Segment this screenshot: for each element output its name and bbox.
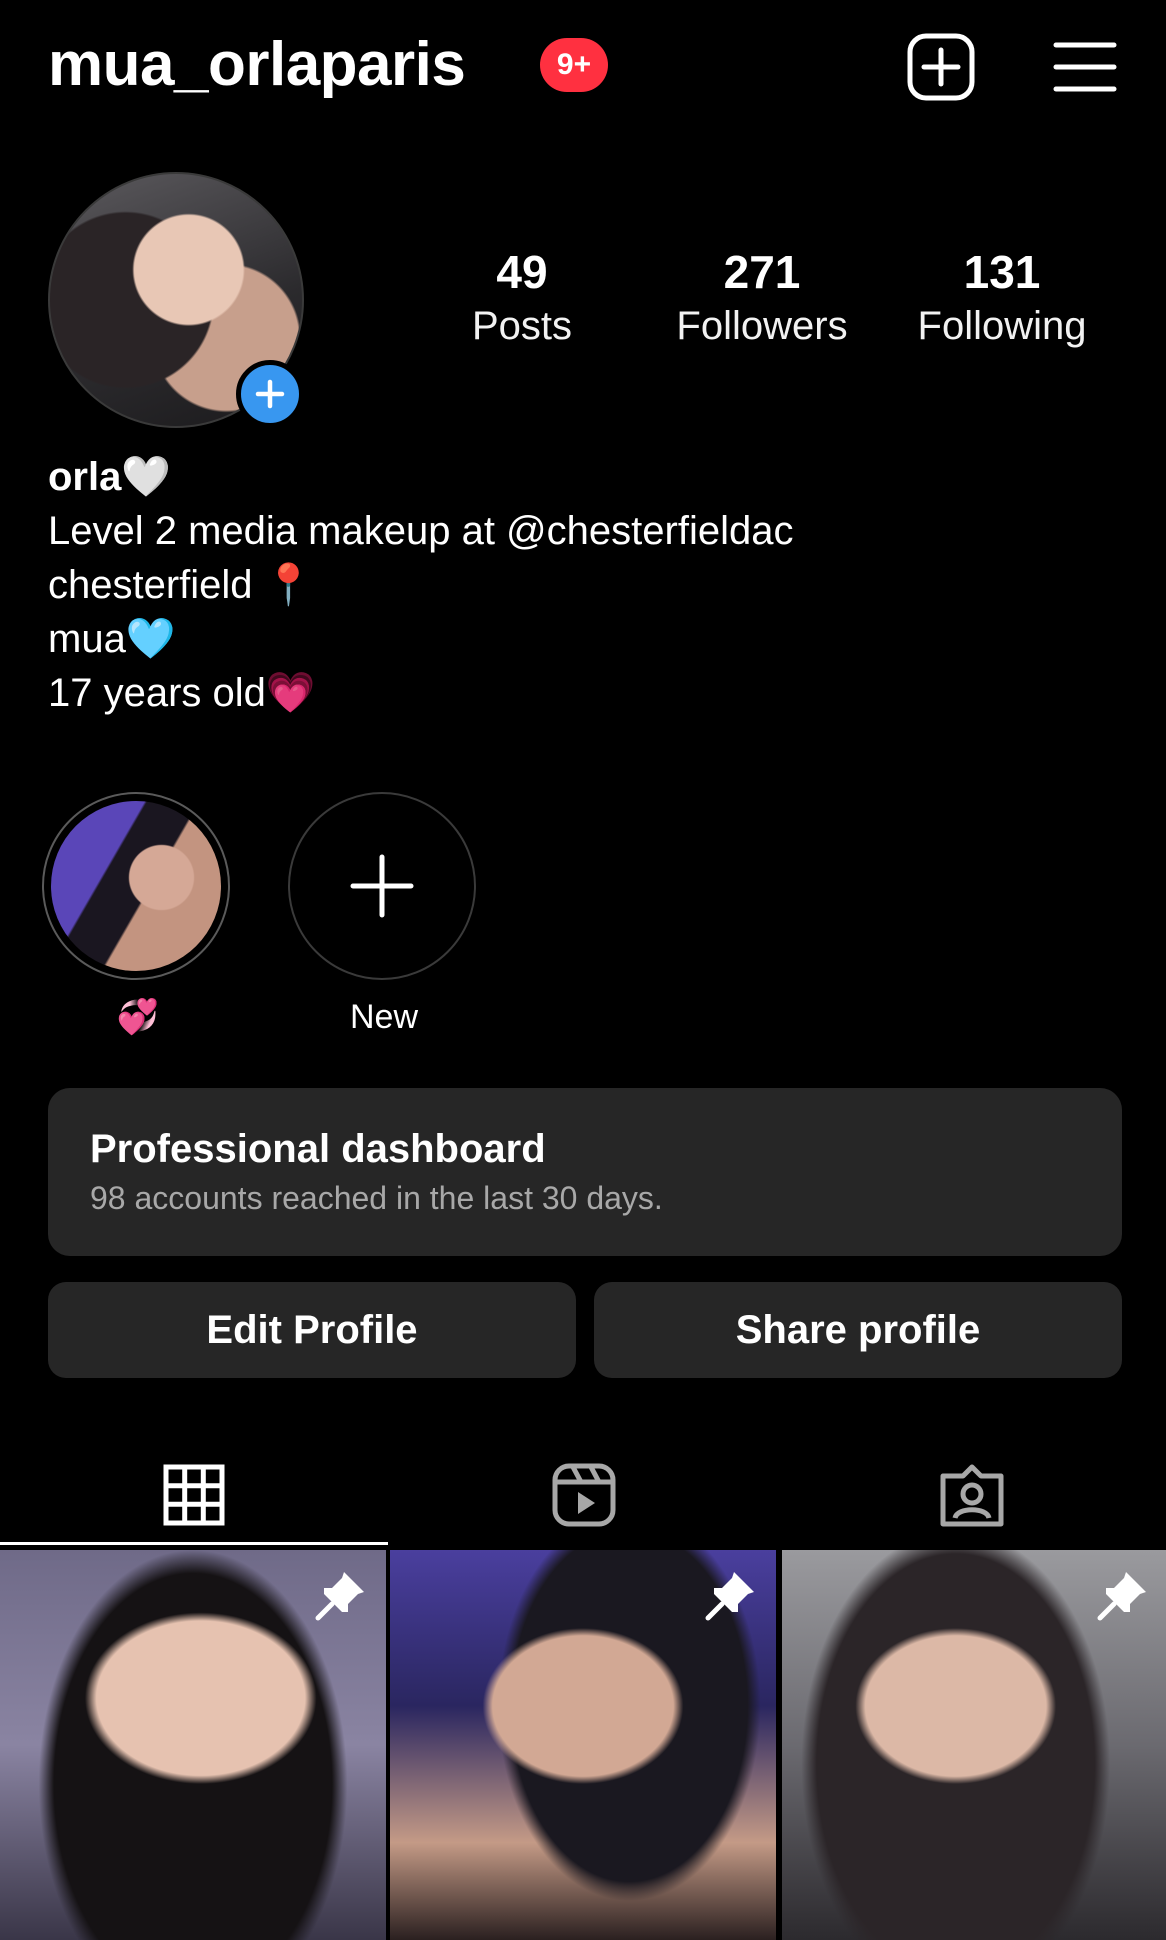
- tab-grid[interactable]: [0, 1440, 388, 1550]
- stat-posts[interactable]: 49 Posts: [422, 244, 622, 352]
- create-post-button[interactable]: [904, 30, 978, 104]
- menu-button[interactable]: [1048, 30, 1122, 104]
- plus-icon: [255, 379, 285, 409]
- pin-icon: [705, 1572, 754, 1621]
- story-highlight[interactable]: 💞: [42, 792, 234, 1038]
- pin-icon: [1097, 1572, 1146, 1621]
- posts-label: Posts: [471, 304, 573, 348]
- profile-bio: orla🤍 Level 2 media makeup at @chesterfi…: [48, 450, 793, 720]
- tagged-icon: [940, 1464, 1004, 1527]
- profile-username[interactable]: mua_orlaparis: [48, 26, 466, 104]
- post-thumbnail[interactable]: [0, 1550, 386, 1940]
- active-tab-indicator: [0, 1542, 388, 1545]
- dashboard-title: Professional dashboard: [90, 1127, 546, 1171]
- reels-icon: [552, 1463, 616, 1527]
- bio-line: 17 years old💗: [48, 671, 316, 715]
- new-highlight-circle: [288, 792, 476, 980]
- bio-line: chesterfield 📍: [48, 563, 314, 607]
- followers-label: Followers: [676, 304, 848, 348]
- stat-followers[interactable]: 271 Followers: [662, 244, 862, 352]
- following-count: 131: [963, 246, 1041, 298]
- following-label: Following: [917, 304, 1087, 348]
- bio-line[interactable]: Level 2 media makeup at @chesterfieldac: [48, 504, 793, 558]
- add-story-button[interactable]: [236, 360, 304, 428]
- post-thumbnail[interactable]: [782, 1550, 1166, 1940]
- share-profile-button[interactable]: Share profile: [594, 1282, 1122, 1378]
- posts-count: 49: [496, 246, 548, 298]
- post-thumbnail[interactable]: [390, 1550, 776, 1940]
- highlight-label: New: [349, 998, 419, 1036]
- highlight-label: 💞: [116, 998, 160, 1036]
- dashboard-subtitle: 98 accounts reached in the last 30 days.: [90, 1180, 663, 1216]
- pin-icon: [315, 1572, 364, 1621]
- highlight-cover-image: [51, 801, 221, 971]
- stat-following[interactable]: 131 Following: [902, 244, 1102, 352]
- plus-square-icon: [907, 33, 975, 101]
- highlight-ring: [42, 792, 230, 980]
- tab-reels[interactable]: [390, 1440, 778, 1550]
- grid-icon: [163, 1464, 225, 1526]
- professional-dashboard-card[interactable]: Professional dashboard 98 accounts reach…: [48, 1088, 1122, 1256]
- plus-icon: [350, 854, 414, 918]
- hamburger-menu-icon: [1053, 42, 1117, 92]
- display-name: orla🤍: [48, 455, 172, 499]
- new-highlight-button[interactable]: New: [288, 792, 480, 1038]
- bio-line: mua🩵: [48, 617, 176, 661]
- followers-count: 271: [723, 246, 801, 298]
- notification-badge[interactable]: 9+: [540, 38, 608, 92]
- edit-profile-button[interactable]: Edit Profile: [48, 1282, 576, 1378]
- tab-tagged[interactable]: [778, 1440, 1166, 1550]
